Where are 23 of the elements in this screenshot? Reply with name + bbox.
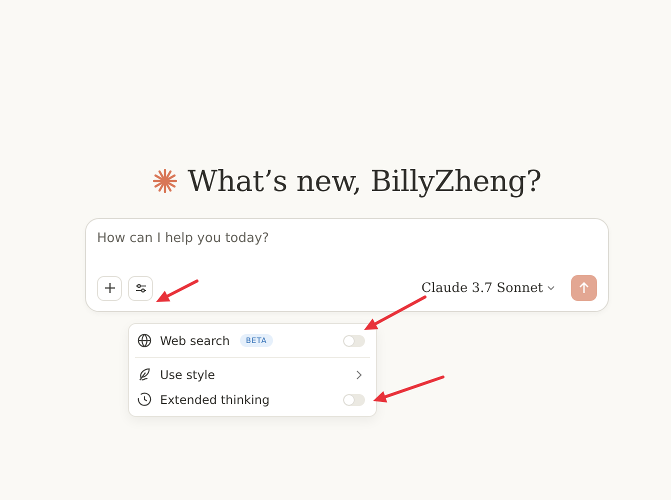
chevron-right-icon	[356, 370, 362, 380]
model-selector[interactable]: Claude 3.7 Sonnet	[421, 280, 555, 296]
menu-item[interactable]: Use style	[160, 368, 216, 382]
sliders-icon	[134, 282, 146, 294]
annotation-arrow	[373, 376, 444, 402]
toggle-switch[interactable]	[343, 334, 365, 346]
annotation-arrow	[156, 280, 198, 302]
add-button[interactable]	[97, 276, 122, 300]
feather-icon	[137, 367, 152, 382]
annotation-arrow	[364, 296, 426, 330]
globe-icon	[137, 333, 152, 348]
send-button[interactable]	[571, 275, 597, 301]
greeting-title: What’s new, BillyZheng?	[188, 164, 542, 198]
sparkle-icon	[152, 168, 178, 194]
message-input[interactable]: How can I help you today?	[97, 231, 397, 246]
toggle-option[interactable]: Web search	[160, 334, 230, 348]
chevron-down-icon	[547, 285, 555, 291]
toggle-option[interactable]: Extended thinking	[160, 392, 270, 406]
plus-icon	[104, 282, 116, 294]
toggle-switch[interactable]	[343, 394, 365, 406]
clock-icon	[137, 392, 152, 407]
arrow-up-icon	[579, 282, 589, 294]
tools-button[interactable]	[128, 276, 153, 300]
